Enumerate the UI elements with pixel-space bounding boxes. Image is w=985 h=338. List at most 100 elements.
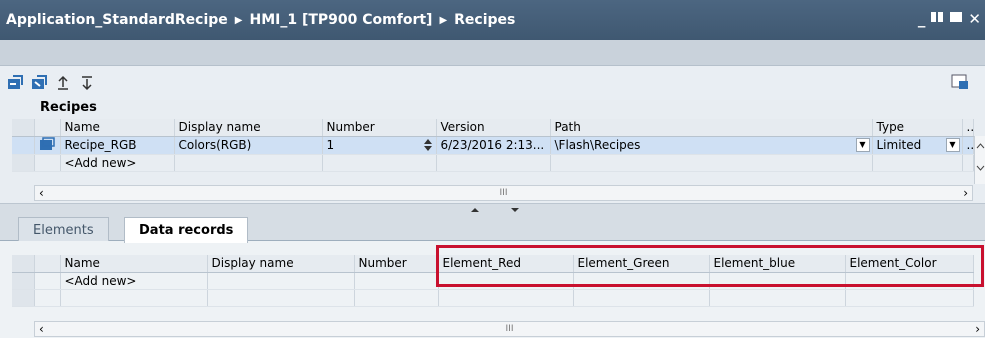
row-header-corner: [12, 255, 35, 273]
icon-column-header: [34, 255, 61, 273]
export-icon[interactable]: [30, 74, 48, 92]
window-controls: _ ✕: [918, 10, 981, 28]
empty-cell: [438, 272, 574, 290]
empty-cell: [34, 154, 61, 172]
column-header-number[interactable]: Number: [354, 255, 439, 273]
row-header: [12, 154, 35, 172]
empty-cell: [573, 289, 710, 307]
empty-cell: [207, 272, 355, 290]
tile-icon[interactable]: [930, 10, 944, 28]
column-header-number[interactable]: Number: [322, 119, 437, 137]
empty-cell: [436, 154, 551, 172]
empty-cell: [34, 272, 61, 290]
row-header[interactable]: [12, 136, 35, 155]
empty-cell: [845, 289, 974, 307]
tab-elements[interactable]: Elements: [18, 217, 109, 242]
breadcrumb-recipes[interactable]: Recipes: [454, 12, 515, 28]
empty-cell: [709, 289, 846, 307]
cell-number-value: 1: [326, 138, 335, 152]
minimize-icon[interactable]: _: [918, 10, 926, 28]
row-header: [12, 289, 35, 307]
header-band: [0, 40, 985, 66]
empty-cell: [174, 154, 323, 172]
column-header-name[interactable]: Name: [60, 119, 175, 137]
column-header-version[interactable]: Version: [436, 119, 551, 137]
tab-bar: Elements Data records: [0, 213, 985, 243]
breadcrumb-device[interactable]: HMI_1 [TP900 Comfort]: [249, 12, 432, 28]
import-icon[interactable]: [6, 74, 24, 92]
empty-cell: [962, 154, 974, 172]
number-spinner-icon[interactable]: [423, 138, 433, 154]
path-dropdown-icon[interactable]: ▼: [855, 137, 870, 152]
scroll-right-icon[interactable]: ›: [975, 322, 980, 336]
breadcrumb-separator-icon: ▶: [439, 14, 448, 26]
cell-name[interactable]: Recipe_RGB: [60, 136, 175, 155]
recipes-vertical-scrollbar[interactable]: [974, 136, 985, 184]
cell-type-value: Limited: [876, 138, 922, 152]
type-dropdown-icon[interactable]: ▼: [945, 137, 960, 152]
cell-more: ..: [962, 136, 974, 155]
add-new-cell[interactable]: <Add new>: [60, 272, 208, 290]
data-records-header-row: Name Display name Number Element_Red Ele…: [12, 255, 974, 273]
column-header-element-red[interactable]: Element_Red: [438, 255, 574, 273]
add-new-cell[interactable]: <Add new>: [60, 154, 175, 172]
recipes-header-row: Name Display name Number Version Path Ty…: [12, 119, 974, 137]
scroll-left-icon[interactable]: ‹: [39, 322, 44, 336]
title-bar: Application_StandardRecipe ▶ HMI_1 [TP90…: [0, 0, 985, 40]
toolbar: [0, 66, 985, 100]
recipe-icon: [34, 136, 61, 155]
cell-number[interactable]: 1: [322, 136, 437, 155]
scroll-right-icon[interactable]: ›: [963, 186, 968, 200]
breadcrumb-separator-icon: ▶: [234, 14, 243, 26]
empty-cell: [573, 272, 710, 290]
empty-cell: [60, 289, 208, 307]
row-header: [12, 272, 35, 290]
close-icon[interactable]: ✕: [968, 10, 981, 28]
add-new-row[interactable]: <Add new>: [12, 272, 974, 290]
column-header-more[interactable]: ..: [962, 119, 974, 137]
empty-cell: [438, 289, 574, 307]
column-header-display-name[interactable]: Display name: [207, 255, 355, 273]
scroll-left-icon[interactable]: ‹: [39, 186, 44, 200]
move-up-icon[interactable]: [54, 74, 72, 92]
empty-cell: [322, 154, 437, 172]
scroll-thumb[interactable]: III: [500, 188, 508, 198]
cell-type[interactable]: Limited ▼: [872, 136, 963, 155]
empty-cell: [550, 154, 873, 172]
recipes-table: Name Display name Number Version Path Ty…: [12, 119, 974, 172]
icon-column-header: [34, 119, 61, 137]
tab-data-records[interactable]: Data records: [124, 217, 249, 243]
column-header-path[interactable]: Path: [550, 119, 873, 137]
maximize-icon[interactable]: [949, 10, 963, 28]
column-header-element-blue[interactable]: Element_blue: [709, 255, 846, 273]
view-options-icon[interactable]: [951, 74, 969, 90]
table-row[interactable]: Recipe_RGB Colors(RGB) 1 6/23/2016 2:13.…: [12, 136, 974, 155]
row-header-corner: [12, 119, 35, 137]
cell-version[interactable]: 6/23/2016 2:13...: [436, 136, 551, 155]
column-header-element-green[interactable]: Element_Green: [573, 255, 710, 273]
column-header-element-color[interactable]: Element_Color: [845, 255, 974, 273]
cell-path-value: \Flash\Recipes: [554, 138, 641, 152]
recipes-title: Recipes: [40, 100, 97, 115]
pane-splitter[interactable]: [0, 203, 985, 213]
column-header-display-name[interactable]: Display name: [174, 119, 323, 137]
breadcrumb-project[interactable]: Application_StandardRecipe: [6, 12, 228, 28]
data-records-table: Name Display name Number Element_Red Ele…: [12, 255, 974, 307]
recipes-horizontal-scrollbar[interactable]: ‹ III ›: [34, 185, 973, 201]
empty-cell: [709, 272, 846, 290]
add-new-row[interactable]: <Add new>: [12, 154, 974, 172]
cell-path[interactable]: \Flash\Recipes ▼: [550, 136, 873, 155]
empty-cell: [845, 272, 974, 290]
scroll-thumb[interactable]: III: [506, 324, 514, 334]
empty-cell: [872, 154, 963, 172]
empty-row: [12, 289, 974, 307]
cell-display-name[interactable]: Colors(RGB): [174, 136, 323, 155]
data-records-horizontal-scrollbar[interactable]: ‹ III ›: [34, 321, 985, 337]
empty-cell: [207, 289, 355, 307]
column-header-type[interactable]: Type: [872, 119, 963, 137]
empty-cell: [34, 289, 61, 307]
empty-cell: [354, 272, 439, 290]
empty-cell: [354, 289, 439, 307]
column-header-name[interactable]: Name: [60, 255, 208, 273]
move-down-icon[interactable]: [78, 74, 96, 92]
